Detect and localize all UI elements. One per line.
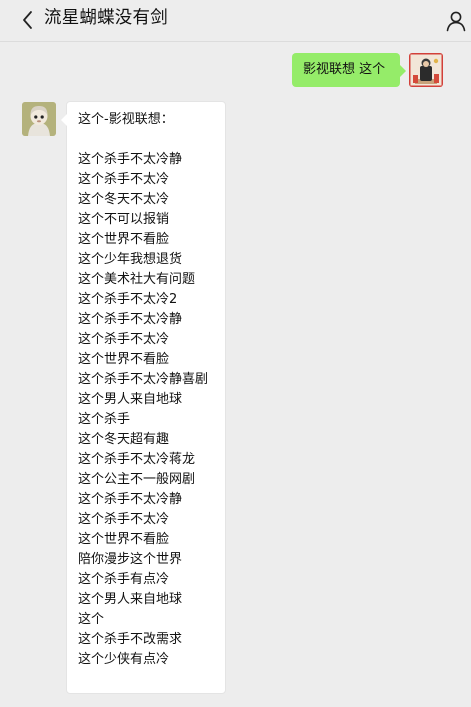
list-item: 这个冬天不太冷 [78, 192, 170, 207]
list-item: 这个杀手不太冷静 [78, 152, 183, 167]
person-icon [446, 11, 466, 32]
incoming-message[interactable]: 这个-影视联想： 这个杀手不太冷静 这个杀手不太冷 这个冬天不太冷 这个不可以报销 这个… [61, 101, 226, 694]
back-button[interactable] [18, 6, 40, 34]
avatar-image [409, 53, 443, 87]
list-item: 这个不可以报销 [78, 212, 170, 227]
outgoing-message-text: 影视联想 这个 [303, 62, 386, 77]
list-item: 这个杀手不太冷静喜剧 [78, 372, 209, 387]
list-item: 这个杀手有点冷 [78, 572, 170, 587]
list-item: 这个杀手不太冷2 [78, 292, 178, 307]
list-item: 这个少侠有点冷 [78, 652, 170, 667]
contact-avatar[interactable] [22, 102, 56, 136]
chevron-left-icon [23, 11, 32, 29]
outgoing-message[interactable]: 影视联想 这个 [292, 53, 406, 87]
list-item: 这个杀手 [78, 412, 131, 427]
list-item: 这个杀手不太冷静 [78, 492, 183, 507]
list-item: 这个男人来自地球 [78, 392, 183, 407]
list-item: 陪你漫步这个世界 [78, 552, 183, 567]
list-item: 这个杀手不太冷静 [78, 312, 183, 327]
title-list: 这个杀手不太冷静 这个杀手不太冷 这个冬天不太冷 这个不可以报销 这个世界不看脸 这个少年… [78, 150, 225, 670]
chat-header: 流星蝴蝶没有剑 [0, 0, 471, 42]
list-item: 这个世界不看脸 [78, 232, 170, 247]
list-item: 这个杀手不太冷 [78, 332, 170, 347]
list-item: 这个杀手不太冷 [78, 172, 170, 187]
list-item: 这个美术社大有问题 [78, 272, 196, 287]
list-item: 这个杀手不太冷蒋龙 [78, 452, 196, 467]
list-item: 这个杀手不太冷 [78, 512, 170, 527]
my-avatar[interactable] [409, 53, 443, 87]
list-item: 这个男人来自地球 [78, 592, 183, 607]
list-item: 这个公主不一般网剧 [78, 472, 196, 487]
list-item: 这个世界不看脸 [78, 532, 170, 547]
list-item: 这个冬天超有趣 [78, 432, 170, 447]
avatar-image [22, 102, 56, 136]
incoming-message-heading: 这个-影视联想： [78, 112, 174, 127]
list-item: 这个 [78, 612, 105, 627]
list-item: 这个世界不看脸 [78, 352, 170, 367]
chat-title: 流星蝴蝶没有剑 [44, 8, 168, 28]
list-item: 这个少年我想退货 [78, 252, 183, 267]
list-item: 这个杀手不改需求 [78, 632, 183, 647]
chat-info-button[interactable] [444, 9, 468, 33]
